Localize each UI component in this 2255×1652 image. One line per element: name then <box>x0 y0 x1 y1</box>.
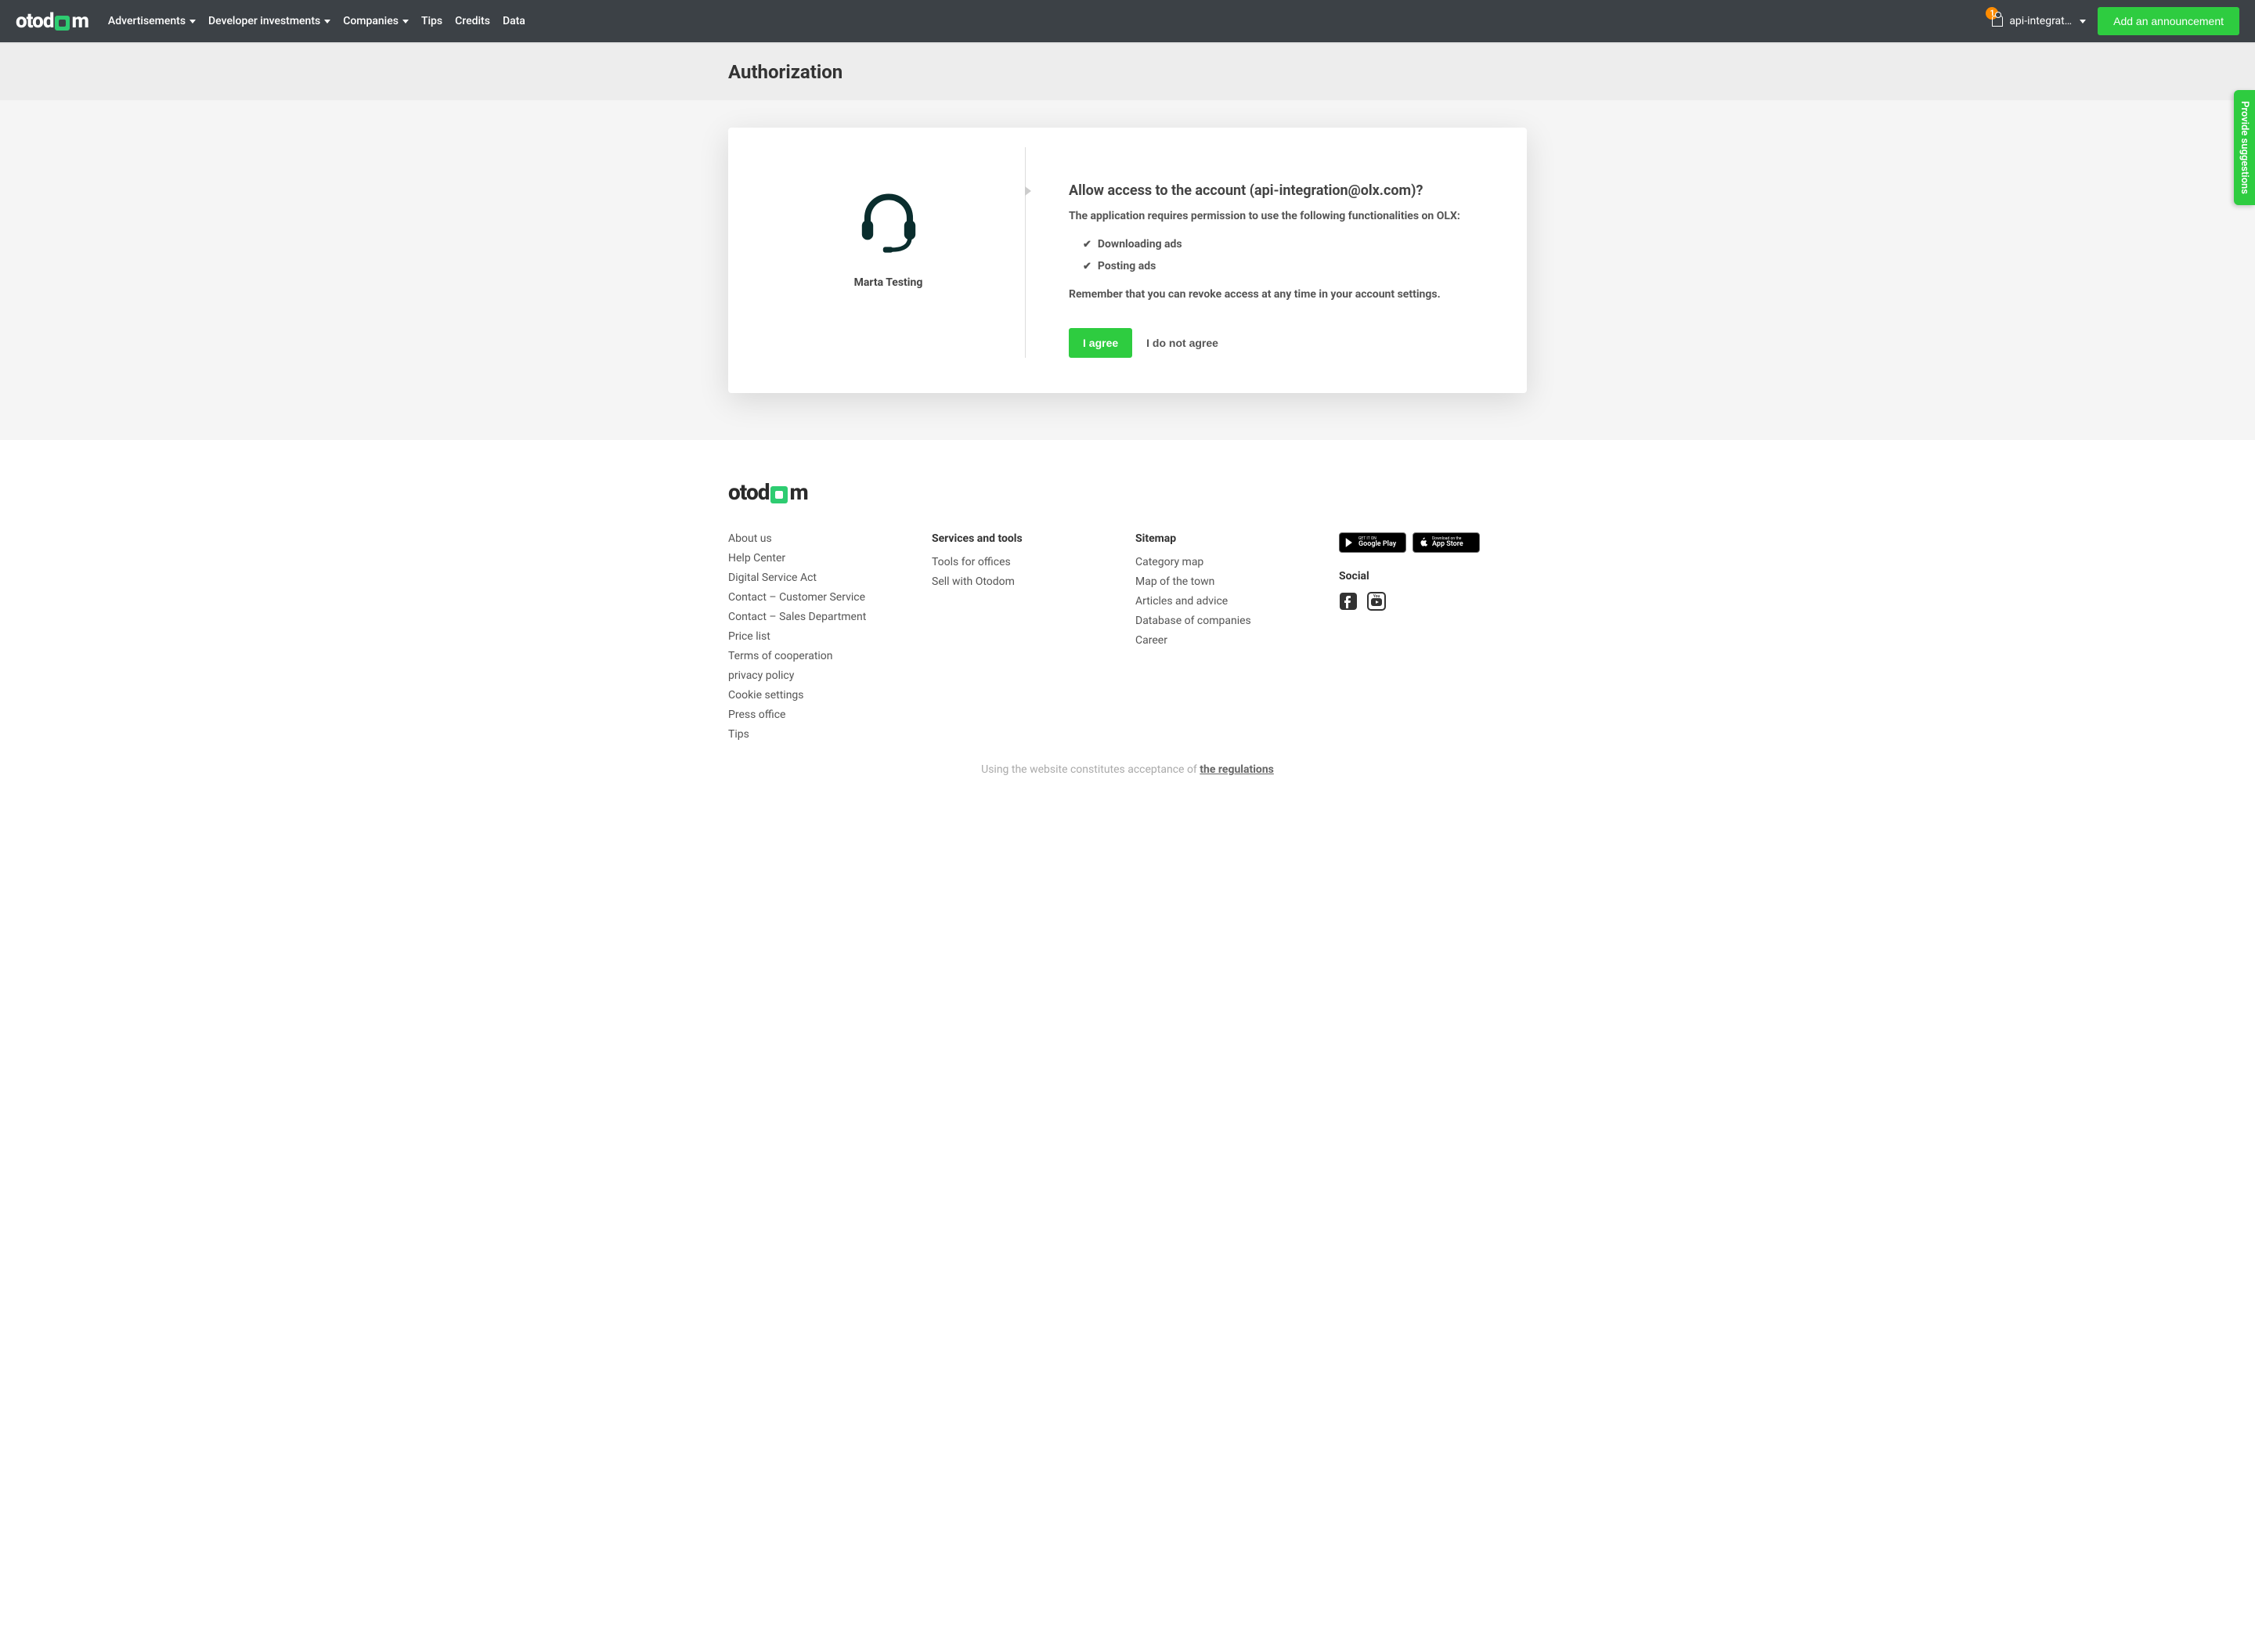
logo-square-icon <box>55 16 70 31</box>
permission-item: Posting ads <box>1083 260 1503 272</box>
nav-companies[interactable]: Companies <box>343 15 409 27</box>
footer-link[interactable]: Career <box>1135 634 1292 647</box>
auth-title: Allow access to the account (api-integra… <box>1069 182 1503 199</box>
header-left: otodm Advertisements Developer investmen… <box>16 9 525 33</box>
footer-link[interactable]: Tips <box>728 728 885 741</box>
footer-link[interactable]: Digital Service Act <box>728 572 885 584</box>
agree-button[interactable]: I agree <box>1069 328 1132 358</box>
nav-developer-investments[interactable]: Developer investments <box>208 15 330 27</box>
footer-col-company: About us Help Center Digital Service Act… <box>728 532 885 748</box>
svg-text:You: You <box>1373 594 1380 599</box>
footer-col-services: Services and tools Tools for offices Sel… <box>932 532 1088 748</box>
arrow-right-icon <box>1025 186 1031 196</box>
footer-link[interactable]: Articles and advice <box>1135 595 1292 608</box>
nav-data[interactable]: Data <box>503 15 525 27</box>
permission-item: Downloading ads <box>1083 238 1503 251</box>
footer: otodm About us Help Center Digital Servi… <box>0 440 2255 806</box>
user-icon <box>1992 16 2003 27</box>
footer-link[interactable]: Cookie settings <box>728 689 885 702</box>
footer-link[interactable]: Press office <box>728 709 885 721</box>
social-title: Social <box>1339 570 1527 583</box>
footer-link[interactable]: About us <box>728 532 885 545</box>
nav-advertisements[interactable]: Advertisements <box>108 15 196 27</box>
app-avatar <box>850 182 928 261</box>
footer-link[interactable]: Tools for offices <box>932 556 1088 568</box>
auth-note: Remember that you can revoke access at a… <box>1069 288 1503 301</box>
footer-link[interactable]: Contact – Sales Department <box>728 611 885 623</box>
authorization-card: Marta Testing Allow access to the accoun… <box>728 128 1527 393</box>
logo-square-icon <box>770 486 788 503</box>
app-store-badge[interactable]: Download on the App Store <box>1413 532 1480 553</box>
footer-columns: About us Help Center Digital Service Act… <box>728 532 1527 748</box>
footer-col-title: Services and tools <box>932 532 1088 545</box>
footer-bottom: Using the website constitutes acceptance… <box>0 748 2255 782</box>
footer-col-apps-social: GET IT ON Google Play Download on the Ap… <box>1339 532 1527 748</box>
footer-link[interactable]: Database of companies <box>1135 615 1292 627</box>
footer-col-sitemap: Sitemap Category map Map of the town Art… <box>1135 532 1292 748</box>
footer-link[interactable]: Category map <box>1135 556 1292 568</box>
chevron-down-icon <box>402 20 409 23</box>
button-row: I agree I do not agree <box>1069 328 1503 358</box>
nav-tips[interactable]: Tips <box>421 15 442 27</box>
footer-col-title: Sitemap <box>1135 532 1292 545</box>
main-content-area: Marta Testing Allow access to the accoun… <box>0 100 2255 440</box>
auth-subtitle: The application requires permission to u… <box>1069 210 1503 222</box>
footer-link[interactable]: Price list <box>728 630 885 643</box>
footer-link[interactable]: privacy policy <box>728 669 885 682</box>
chevron-down-icon <box>189 20 196 23</box>
app-name: Marta Testing <box>854 276 923 289</box>
footer-link[interactable]: Map of the town <box>1135 575 1292 588</box>
footer-logo[interactable]: otodm <box>728 479 1527 505</box>
footer-link[interactable]: Contact – Customer Service <box>728 591 885 604</box>
feedback-tab[interactable]: Provide suggestions <box>2234 90 2255 205</box>
chevron-down-icon <box>324 20 330 23</box>
footer-link[interactable]: Terms of cooperation <box>728 650 885 662</box>
app-info-panel: Marta Testing <box>752 147 1026 358</box>
footer-link[interactable]: Help Center <box>728 552 885 564</box>
headset-icon <box>853 186 924 257</box>
nav-credits[interactable]: Credits <box>455 15 490 27</box>
footer-link[interactable]: Sell with Otodom <box>932 575 1088 588</box>
header-right: 1 api-integrat… Add an announcement <box>1992 7 2239 35</box>
store-badges: GET IT ON Google Play Download on the Ap… <box>1339 532 1527 553</box>
chevron-down-icon <box>2080 20 2086 23</box>
social-icons: You <box>1339 592 1527 611</box>
page-title: Authorization <box>728 61 1527 83</box>
user-menu[interactable]: 1 api-integrat… <box>1992 15 2086 27</box>
page-title-bar: Authorization <box>0 44 2255 100</box>
facebook-icon[interactable] <box>1339 592 1358 611</box>
permissions-list: Downloading ads Posting ads <box>1069 238 1503 272</box>
google-play-icon <box>1344 537 1355 548</box>
main-nav: Advertisements Developer investments Com… <box>108 15 525 27</box>
google-play-badge[interactable]: GET IT ON Google Play <box>1339 532 1406 553</box>
youtube-icon[interactable]: You <box>1367 592 1386 611</box>
brand-logo[interactable]: otodm <box>16 9 88 33</box>
add-announcement-button[interactable]: Add an announcement <box>2098 7 2239 35</box>
authorization-form: Allow access to the account (api-integra… <box>1026 147 1503 358</box>
user-name: api-integrat… <box>2009 15 2072 27</box>
disagree-button[interactable]: I do not agree <box>1146 337 1218 349</box>
regulations-link[interactable]: the regulations <box>1200 763 1274 776</box>
apple-icon <box>1418 537 1429 548</box>
main-header: otodm Advertisements Developer investmen… <box>0 0 2255 42</box>
